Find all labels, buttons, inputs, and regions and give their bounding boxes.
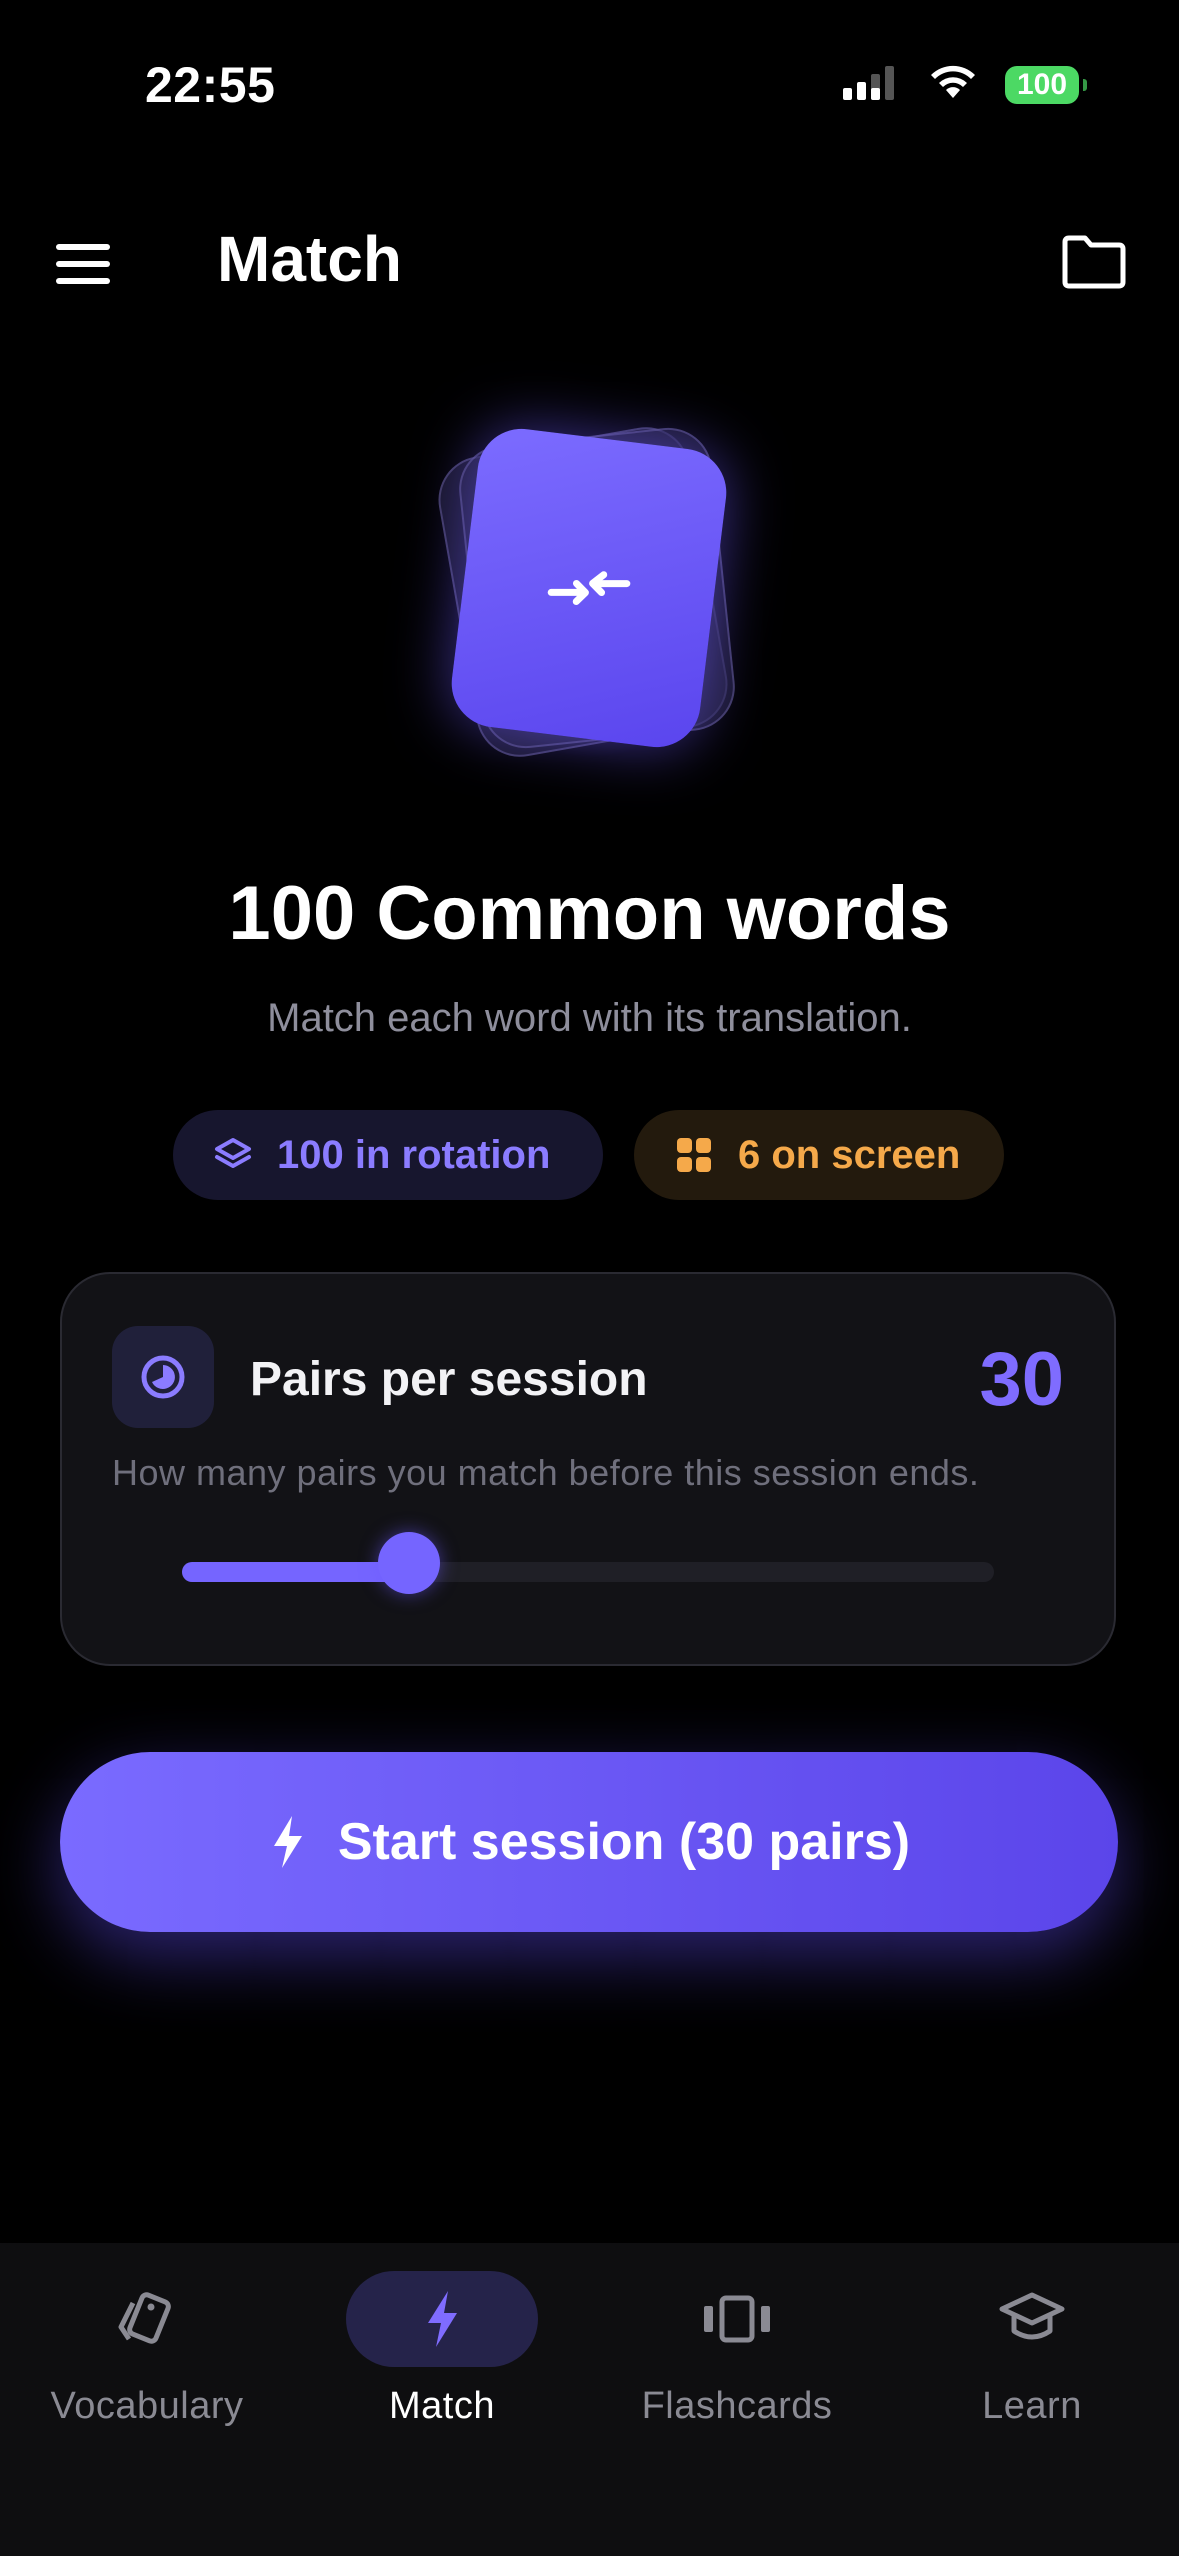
on-screen-chip-label: 6 on screen <box>738 1132 961 1177</box>
pairs-per-session-card: Pairs per session 30 How many pairs you … <box>60 1272 1116 1666</box>
folder-button[interactable] <box>1059 230 1129 294</box>
slider-fill <box>182 1562 410 1582</box>
tab-vocabulary[interactable]: Vocabulary <box>0 2271 294 2471</box>
pairs-value: 30 <box>979 1337 1064 1422</box>
start-session-label: Start session (30 pairs) <box>337 1813 911 1871</box>
page-title: Match <box>217 223 402 295</box>
tab-match-label: Match <box>389 2385 495 2427</box>
start-session-button[interactable]: Start session (30 pairs) <box>60 1752 1118 1932</box>
pairs-slider[interactable] <box>182 1532 994 1594</box>
pairs-description: How many pairs you match before this ses… <box>112 1452 980 1493</box>
layers-icon <box>211 1133 255 1177</box>
match-screen: 22:55 100 Match 100 Common words Match e… <box>0 0 1179 2556</box>
tab-match[interactable]: Match <box>295 2271 589 2471</box>
tab-flashcards-label: Flashcards <box>641 2385 833 2427</box>
graduation-cap-icon <box>999 2292 1065 2340</box>
battery-indicator: 100 <box>1005 65 1087 104</box>
rotation-chip: 100 in rotation <box>173 1110 603 1200</box>
deck-illustration <box>431 420 740 764</box>
grid-icon <box>672 1133 716 1177</box>
swap-arrows-icon <box>547 571 631 606</box>
rotation-chip-label: 100 in rotation <box>277 1132 551 1177</box>
tab-learn-label: Learn <box>982 2385 1082 2427</box>
folder-icon <box>1062 235 1126 289</box>
cellular-signal-icon <box>841 62 901 107</box>
tab-flashcards[interactable]: Flashcards <box>590 2271 884 2471</box>
pairs-label: Pairs per session <box>250 1353 648 1406</box>
timer-icon-box <box>112 1326 214 1428</box>
bottom-tab-bar: Vocabulary Match Flashcards Learn <box>0 2243 1179 2556</box>
on-screen-chip: 6 on screen <box>634 1110 1004 1200</box>
deck-title: 100 Common words <box>228 871 951 956</box>
timer-icon <box>141 1355 185 1399</box>
tab-vocabulary-label: Vocabulary <box>50 2385 244 2427</box>
flashcards-icon <box>704 2295 770 2343</box>
hamburger-menu-icon <box>56 244 110 284</box>
status-indicators: 100 <box>841 62 1087 107</box>
wifi-icon <box>927 62 979 107</box>
bolt-icon <box>428 2291 457 2347</box>
menu-button[interactable] <box>52 232 116 296</box>
slider-thumb[interactable] <box>378 1532 441 1594</box>
status-time: 22:55 <box>145 57 276 113</box>
tab-learn[interactable]: Learn <box>885 2271 1179 2471</box>
deck-subtitle: Match each word with its translation. <box>267 996 912 1040</box>
cards-icon <box>118 2292 171 2344</box>
bolt-icon <box>268 1814 308 1870</box>
